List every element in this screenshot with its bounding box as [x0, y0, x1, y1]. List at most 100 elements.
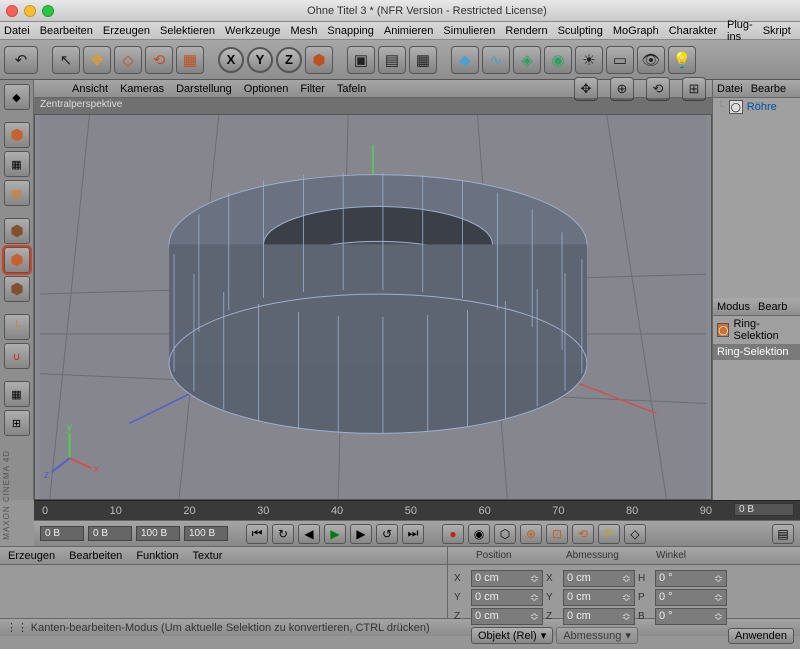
apply-button[interactable]: Anwenden	[728, 628, 794, 644]
scale-tool[interactable]: ◇	[114, 46, 142, 74]
rp-tab-bearbeiten[interactable]: Bearbe	[751, 83, 786, 95]
render-view-button[interactable]: ▣	[347, 46, 375, 74]
viewport-3d[interactable]: y x z	[34, 114, 712, 500]
rot-b-field[interactable]: 0 °≎	[655, 608, 727, 625]
pos-y-field[interactable]: 0 cm≎	[471, 589, 543, 606]
rp-tab-bearb[interactable]: Bearb	[758, 301, 787, 313]
menu-datei[interactable]: Datei	[4, 25, 30, 37]
menu-plugins[interactable]: Plug-ins	[727, 19, 753, 43]
menu-rendern[interactable]: Rendern	[505, 25, 547, 37]
rot-p-field[interactable]: 0 °≎	[655, 589, 727, 606]
size-y-field[interactable]: 0 cm≎	[563, 589, 635, 606]
autokey-button[interactable]: ◉	[468, 524, 490, 544]
pos-z-field[interactable]: 0 cm≎	[471, 608, 543, 625]
menu-charakter[interactable]: Charakter	[669, 25, 717, 37]
timeline[interactable]: 0102030405060708090100 0 B	[34, 500, 800, 520]
goto-end-button[interactable]: ⏭	[402, 524, 424, 544]
loop-button[interactable]: ↻	[272, 524, 294, 544]
menu-selektieren[interactable]: Selektieren	[160, 25, 215, 37]
rp-tab-modus[interactable]: Modus	[717, 301, 750, 313]
point-mode-button[interactable]	[4, 218, 30, 244]
bot-tab-bearbeiten[interactable]: Bearbeiten	[69, 550, 122, 562]
bot-tab-textur[interactable]: Textur	[193, 550, 223, 562]
light2-button[interactable]: 💡	[668, 46, 696, 74]
edge-mode-button[interactable]	[4, 247, 30, 273]
vp-nav-icon[interactable]: ✥	[574, 77, 598, 101]
texture-mode-button[interactable]: ▦	[4, 151, 30, 177]
menu-erzeugen[interactable]: Erzeugen	[103, 25, 150, 37]
bot-tab-funktion[interactable]: Funktion	[136, 550, 178, 562]
frame-preview-end-field[interactable]: 100 B	[136, 526, 180, 541]
minimize-icon[interactable]	[24, 5, 36, 17]
record-button[interactable]: ●	[442, 524, 464, 544]
spline-button[interactable]: ∿	[482, 46, 510, 74]
move-tool[interactable]: ✥	[83, 46, 111, 74]
vp-menu-filter[interactable]: Filter	[300, 83, 324, 95]
viewport-solo-button[interactable]: ▦	[4, 381, 30, 407]
select-tool[interactable]: ↖	[52, 46, 80, 74]
vp-rotate-icon[interactable]: ⟲	[646, 77, 670, 101]
menu-mesh[interactable]: Mesh	[290, 25, 317, 37]
vp-maximize-icon[interactable]: ⊞	[682, 77, 706, 101]
object-row[interactable]: └ ◯ Röhre	[713, 98, 800, 116]
render-settings-button[interactable]: ▦	[409, 46, 437, 74]
abmessung-dropdown[interactable]: Abmessung▾	[556, 627, 638, 644]
object-rel-dropdown[interactable]: Objekt (Rel)▾	[471, 627, 553, 644]
pos-x-field[interactable]: 0 cm≎	[471, 570, 543, 587]
axis-button[interactable]: └	[4, 314, 30, 340]
bot-tab-erzeugen[interactable]: Erzeugen	[8, 550, 55, 562]
frame-end-field[interactable]: 100 B	[184, 526, 228, 541]
viewport-config-button[interactable]: ⊞	[4, 410, 30, 436]
size-z-field[interactable]: 0 cm≎	[563, 608, 635, 625]
environment-button[interactable]: ☀	[575, 46, 603, 74]
deformer-button[interactable]: ◉	[544, 46, 572, 74]
rot-h-field[interactable]: 0 °≎	[655, 570, 727, 587]
prev-frame-button[interactable]: ◀	[298, 524, 320, 544]
undo-button[interactable]: ↶	[4, 46, 38, 74]
rotate-tool[interactable]: ⟲	[145, 46, 173, 74]
vp-zoom-icon[interactable]: ⊕	[610, 77, 634, 101]
model-mode-button[interactable]	[4, 122, 30, 148]
key-param-button[interactable]: P	[598, 524, 620, 544]
key-rot-button[interactable]: ⟲	[572, 524, 594, 544]
menu-animieren[interactable]: Animieren	[384, 25, 434, 37]
next-frame-button[interactable]: ▶	[350, 524, 372, 544]
recent-tool[interactable]: ▦	[176, 46, 204, 74]
vp-menu-kameras[interactable]: Kameras	[120, 83, 164, 95]
close-icon[interactable]	[6, 5, 18, 17]
snap-button[interactable]: ∪	[4, 343, 30, 369]
vp-menu-darstellung[interactable]: Darstellung	[176, 83, 232, 95]
key-pos-button[interactable]: ⊕	[520, 524, 542, 544]
vp-menu-optionen[interactable]: Optionen	[244, 83, 289, 95]
axis-x-button[interactable]: X	[218, 47, 244, 73]
generator-button[interactable]: ◈	[513, 46, 541, 74]
goto-start-button[interactable]: ⏮	[246, 524, 268, 544]
primitive-cube-button[interactable]: ◆	[451, 46, 479, 74]
make-editable-button[interactable]: ◆	[4, 84, 30, 110]
rp-tab-datei[interactable]: Datei	[717, 83, 743, 95]
menu-bearbeiten[interactable]: Bearbeiten	[40, 25, 93, 37]
menu-simulieren[interactable]: Simulieren	[443, 25, 495, 37]
maximize-icon[interactable]	[42, 5, 54, 17]
coord-system-button[interactable]: ⬢	[305, 46, 333, 74]
polygon-mode-button[interactable]	[4, 276, 30, 302]
menu-mograph[interactable]: MoGraph	[613, 25, 659, 37]
menu-snapping[interactable]: Snapping	[327, 25, 374, 37]
light-button[interactable]: 👁	[637, 46, 665, 74]
size-x-field[interactable]: 0 cm≎	[563, 570, 635, 587]
play-forward-button[interactable]: ↺	[376, 524, 398, 544]
camera-button[interactable]: ▭	[606, 46, 634, 74]
timeline-current-frame[interactable]: 0 B	[734, 503, 794, 516]
ring-selection-row[interactable]: ◯ Ring-Selektion	[713, 316, 800, 344]
frame-preview-start-field[interactable]: 0 B	[88, 526, 132, 541]
menu-skript[interactable]: Skript	[763, 25, 791, 37]
menu-sculpting[interactable]: Sculpting	[558, 25, 603, 37]
workplane-button[interactable]: ▦	[4, 180, 30, 206]
ring-selection-active[interactable]: Ring-Selektion	[713, 344, 800, 360]
keyframe-sel-button[interactable]: ⬡	[494, 524, 516, 544]
render-region-button[interactable]: ▤	[378, 46, 406, 74]
vp-menu-ansicht[interactable]: Ansicht	[72, 83, 108, 95]
vp-menu-tafeln[interactable]: Tafeln	[337, 83, 366, 95]
frame-start-field[interactable]: 0 B	[40, 526, 84, 541]
axis-y-button[interactable]: Y	[247, 47, 273, 73]
